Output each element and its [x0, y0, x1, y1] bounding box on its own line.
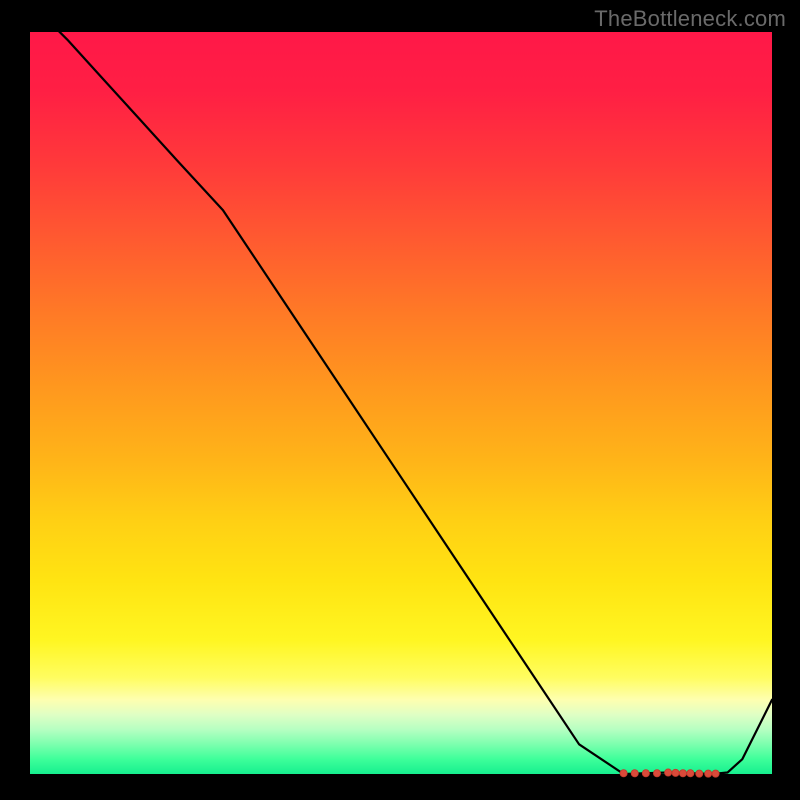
chart-marker: [620, 770, 627, 777]
chart-marker: [696, 770, 703, 777]
chart-marker: [679, 770, 686, 777]
chart-overlay: [30, 32, 772, 774]
chart-marker: [705, 770, 712, 777]
chart-line: [30, 2, 772, 774]
chart-marker: [631, 770, 638, 777]
chart-marker: [712, 770, 719, 777]
chart-marker: [687, 770, 694, 777]
chart-marker: [665, 769, 672, 776]
chart-marker: [653, 770, 660, 777]
chart-markers: [620, 769, 719, 777]
chart-area: [30, 32, 772, 774]
chart-marker: [672, 769, 679, 776]
watermark: TheBottleneck.com: [594, 6, 786, 32]
chart-marker: [642, 770, 649, 777]
